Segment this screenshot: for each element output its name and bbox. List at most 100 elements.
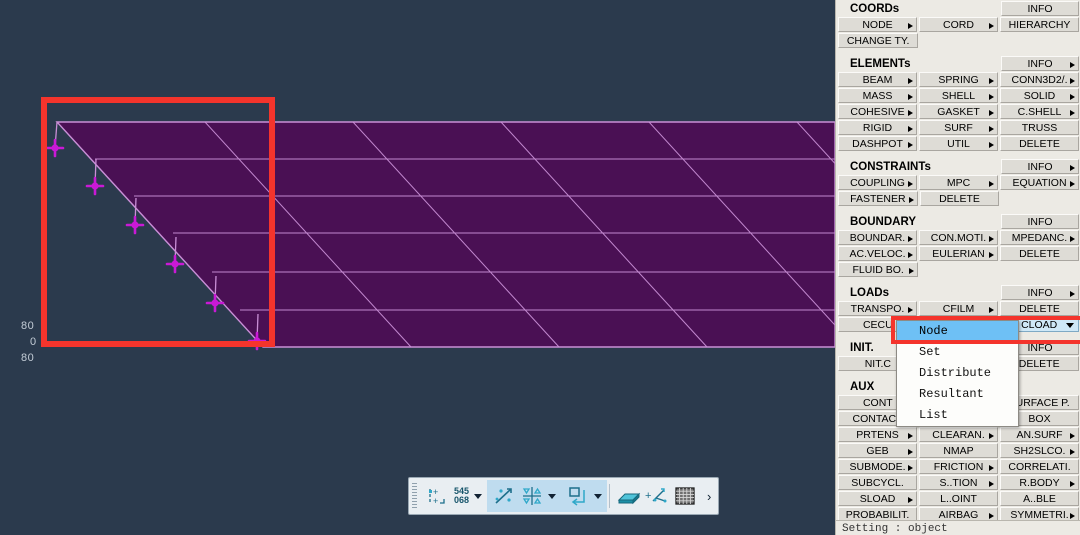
svg-text:+: +: [433, 496, 438, 506]
panel-button-util[interactable]: UTIL: [919, 136, 998, 151]
chevron-down-icon-nodes[interactable]: [472, 481, 484, 511]
panel-button-nmap[interactable]: NMAP: [919, 443, 998, 458]
panel-button-beam[interactable]: BEAM: [838, 72, 917, 87]
section-title: COORDs: [850, 2, 900, 15]
panel-button-boundar[interactable]: BOUNDAR.: [838, 230, 917, 245]
section-info-button[interactable]: INFO: [1001, 56, 1079, 71]
chevron-down-icon-pick[interactable]: [546, 481, 558, 511]
mirror-icon[interactable]: [518, 481, 546, 511]
section-header-0: COORDs INFO: [836, 0, 1080, 17]
panel-button-prtens[interactable]: PRTENS: [838, 427, 917, 442]
panel-button-submode[interactable]: SUBMODE.: [838, 459, 917, 474]
panel-button-subcycl[interactable]: SUBCYCL.: [838, 475, 917, 490]
section-header-2: CONSTRAINTs INFO: [836, 158, 1080, 175]
eraser-icon[interactable]: [615, 481, 643, 511]
panel-button-an-surf[interactable]: AN.SURF: [1000, 427, 1079, 442]
panel-button-sload[interactable]: SLOAD: [838, 491, 917, 506]
panel-button-equation[interactable]: EQUATION: [1000, 175, 1079, 190]
axis-label-2: 80: [21, 352, 35, 364]
panel-button-c-shell[interactable]: C.SHELL: [1000, 104, 1079, 119]
load-type-dropdown-menu[interactable]: Node Set Distribute Resultant List: [896, 320, 1019, 427]
panel-button-change-ty[interactable]: CHANGE TY.: [838, 33, 919, 48]
panel-row: CHANGE TY.: [836, 33, 1080, 49]
panel-button-truss[interactable]: TRUSS: [1000, 120, 1079, 135]
dropdown-item-node[interactable]: Node: [897, 321, 1018, 342]
panel-button-a-ble[interactable]: A..BLE: [1000, 491, 1079, 506]
panel-button-mpedanc[interactable]: MPEDANC.: [1000, 230, 1079, 245]
panel-row: PRTENS CLEARAN. AN.SURF: [836, 427, 1080, 443]
panel-row: FLUID BO.: [836, 262, 1080, 278]
panel-button-gasket[interactable]: GASKET: [919, 104, 998, 119]
panel-button-eulerian[interactable]: EULERIAN: [919, 246, 998, 261]
panel-button-l-oint[interactable]: L..OINT: [919, 491, 998, 506]
chevron-down-icon-transform[interactable]: [592, 481, 604, 511]
resize-select-icon[interactable]: [564, 481, 592, 511]
node-list-icon[interactable]: + +: [423, 481, 451, 511]
toolbar-overflow-button[interactable]: ›: [702, 489, 716, 504]
dropdown-item-distribute[interactable]: Distribute: [897, 363, 1018, 384]
panel-status-bar: Setting : object: [836, 520, 1080, 535]
pick-point-icon[interactable]: [490, 481, 518, 511]
panel-button-conn3d2[interactable]: CONN3D2/.: [1000, 72, 1079, 87]
panel-button-delete[interactable]: DELETE: [919, 191, 1000, 206]
panel-row: COHESIVE GASKET C.SHELL: [836, 104, 1080, 120]
panel-button-fastener[interactable]: FASTENER: [838, 191, 918, 206]
panel-cell-empty: [920, 262, 998, 277]
section-info-button[interactable]: INFO: [1001, 1, 1079, 16]
panel-button-ac-veloc[interactable]: AC.VELOC.: [838, 246, 917, 261]
panel-row: BOUNDAR. CON.MOTI. MPEDANC.: [836, 230, 1080, 246]
panel-button-friction[interactable]: FRICTION: [919, 459, 998, 474]
toolbar-grip[interactable]: [412, 483, 417, 509]
panel-row: GEB NMAP SH2SLCO.: [836, 443, 1080, 459]
panel-button-rigid[interactable]: RIGID: [838, 120, 917, 135]
panel-row: AC.VELOC. EULERIAN DELETE: [836, 246, 1080, 262]
panel-button-cfilm[interactable]: CFILM: [919, 301, 998, 316]
toolbar-group-nodes: + + 545 068: [420, 480, 487, 512]
panel-row: SUBMODE. FRICTION CORRELATI.: [836, 459, 1080, 475]
panel-button-geb[interactable]: GEB: [838, 443, 917, 458]
section-info-button[interactable]: INFO: [1001, 214, 1079, 229]
section-info-button[interactable]: INFO: [1001, 285, 1079, 300]
panel-button-fluid-bo[interactable]: FLUID BO.: [838, 262, 919, 277]
create-node-icon[interactable]: +: [643, 481, 671, 511]
panel-button-s-tion[interactable]: S..TION: [919, 475, 998, 490]
panel-button-solid[interactable]: SOLID: [1000, 88, 1079, 103]
panel-button-delete[interactable]: DELETE: [1000, 246, 1079, 261]
panel-button-delete[interactable]: DELETE: [1000, 136, 1079, 151]
panel-button-r-body[interactable]: R.BODY: [1000, 475, 1079, 490]
panel-button-sh2slco[interactable]: SH2SLCO.: [1000, 443, 1079, 458]
dropdown-item-set[interactable]: Set: [897, 342, 1018, 363]
panel-status-text: Setting : object: [842, 523, 948, 535]
panel-button-con-moti[interactable]: CON.MOTI.: [919, 230, 998, 245]
panel-row: TRANSPO. CFILM DELETE: [836, 301, 1080, 317]
panel-cell-empty: [920, 33, 998, 48]
panel-button-coupling[interactable]: COUPLING: [838, 175, 917, 190]
panel-button-cord[interactable]: CORD: [919, 17, 998, 32]
panel-cell-empty: [1001, 33, 1079, 48]
svg-text:+: +: [645, 490, 651, 502]
panel-button-cohesive[interactable]: COHESIVE: [838, 104, 917, 119]
panel-button-dashpot[interactable]: DASHPOT: [838, 136, 917, 151]
panel-button-mass[interactable]: MASS: [838, 88, 917, 103]
panel-button-correlati[interactable]: CORRELATI.: [1000, 459, 1079, 474]
panel-button-surf[interactable]: SURF: [919, 120, 998, 135]
section-title: BOUNDARY: [850, 215, 917, 228]
panel-button-clearan[interactable]: CLEARAN.: [919, 427, 998, 442]
command-panel[interactable]: COORDs INFO NODE CORD HIERARCHY CHANGE TY. ELE…: [835, 0, 1080, 535]
panel-button-transpo[interactable]: TRANSPO.: [838, 301, 917, 316]
bottom-toolbar[interactable]: + + 545 068 + ›: [408, 477, 720, 515]
dropdown-item-list[interactable]: List: [897, 405, 1018, 426]
panel-button-hierarchy[interactable]: HIERARCHY: [1000, 17, 1079, 32]
panel-cell-empty: [1001, 191, 1079, 206]
dropdown-item-resultant[interactable]: Resultant: [897, 384, 1018, 405]
section-info-button[interactable]: INFO: [1001, 159, 1079, 174]
panel-button-node[interactable]: NODE: [838, 17, 917, 32]
grid-icon[interactable]: [671, 481, 699, 511]
selection-rectangle: [41, 97, 275, 347]
panel-button-spring[interactable]: SPRING: [919, 72, 998, 87]
panel-button-mpc[interactable]: MPC: [919, 175, 998, 190]
toolbar-group-transform: [561, 480, 608, 512]
panel-button-shell[interactable]: SHELL: [919, 88, 998, 103]
model-viewport[interactable]: 80 0 80 + + 545 068 + ›: [0, 0, 835, 535]
panel-button-delete[interactable]: DELETE: [1000, 301, 1079, 316]
